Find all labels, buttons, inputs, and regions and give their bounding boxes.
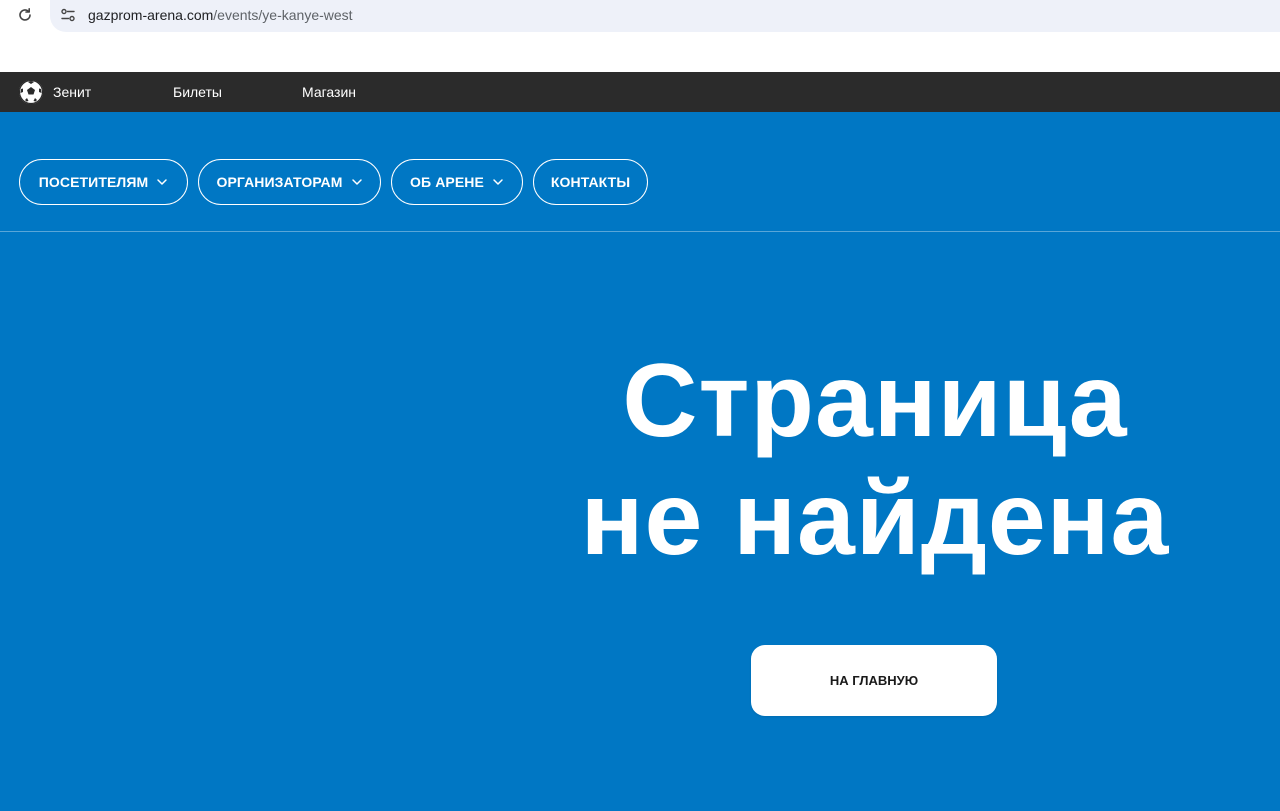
browser-toolbar: gazprom-arena.com/events/ye-kanye-west bbox=[0, 0, 1280, 32]
top-navigation: Зенит Билеты Магазин bbox=[0, 72, 1280, 112]
menu-about-arena[interactable]: ОБ АРЕНЕ bbox=[391, 159, 523, 205]
main-content: ПОСЕТИТЕЛЯМ ОРГАНИЗАТОРАМ ОБ АРЕНЕ КОНТА… bbox=[0, 112, 1280, 811]
soccer-ball-icon[interactable] bbox=[18, 79, 44, 105]
menu-contacts[interactable]: КОНТАКТЫ bbox=[533, 159, 648, 205]
reload-icon[interactable] bbox=[16, 6, 34, 24]
site-info-icon[interactable] bbox=[60, 7, 76, 23]
url-host: gazprom-arena.com bbox=[88, 7, 214, 23]
page-title-line2: не найдена bbox=[580, 461, 1170, 577]
nav-link-tickets[interactable]: Билеты bbox=[173, 84, 222, 100]
chevron-down-icon bbox=[351, 179, 362, 185]
url-path: /events/ye-kanye-west bbox=[213, 7, 353, 23]
nav-link-zenit[interactable]: Зенит bbox=[53, 84, 91, 100]
home-button[interactable]: НА ГЛАВНУЮ bbox=[751, 645, 997, 716]
menu-contacts-label: КОНТАКТЫ bbox=[550, 174, 631, 190]
menu-organizers[interactable]: ОРГАНИЗАТОРАМ bbox=[198, 159, 381, 205]
sub-nav-divider bbox=[0, 231, 1280, 232]
nav-link-shop[interactable]: Магазин bbox=[302, 84, 356, 100]
menu-organizers-label: ОРГАНИЗАТОРАМ bbox=[216, 174, 343, 190]
menu-visitors-label: ПОСЕТИТЕЛЯМ bbox=[38, 174, 149, 190]
menu-about-arena-label: ОБ АРЕНЕ bbox=[410, 174, 484, 190]
menu-visitors[interactable]: ПОСЕТИТЕЛЯМ bbox=[19, 159, 188, 205]
chevron-down-icon bbox=[157, 179, 168, 185]
chevron-down-icon bbox=[493, 179, 503, 185]
url-text[interactable]: gazprom-arena.com/events/ye-kanye-west bbox=[88, 7, 353, 23]
address-bar[interactable]: gazprom-arena.com/events/ye-kanye-west bbox=[50, 0, 1280, 32]
page-title: Страница не найдена bbox=[540, 342, 1210, 578]
page-title-line1: Страница bbox=[622, 343, 1128, 459]
